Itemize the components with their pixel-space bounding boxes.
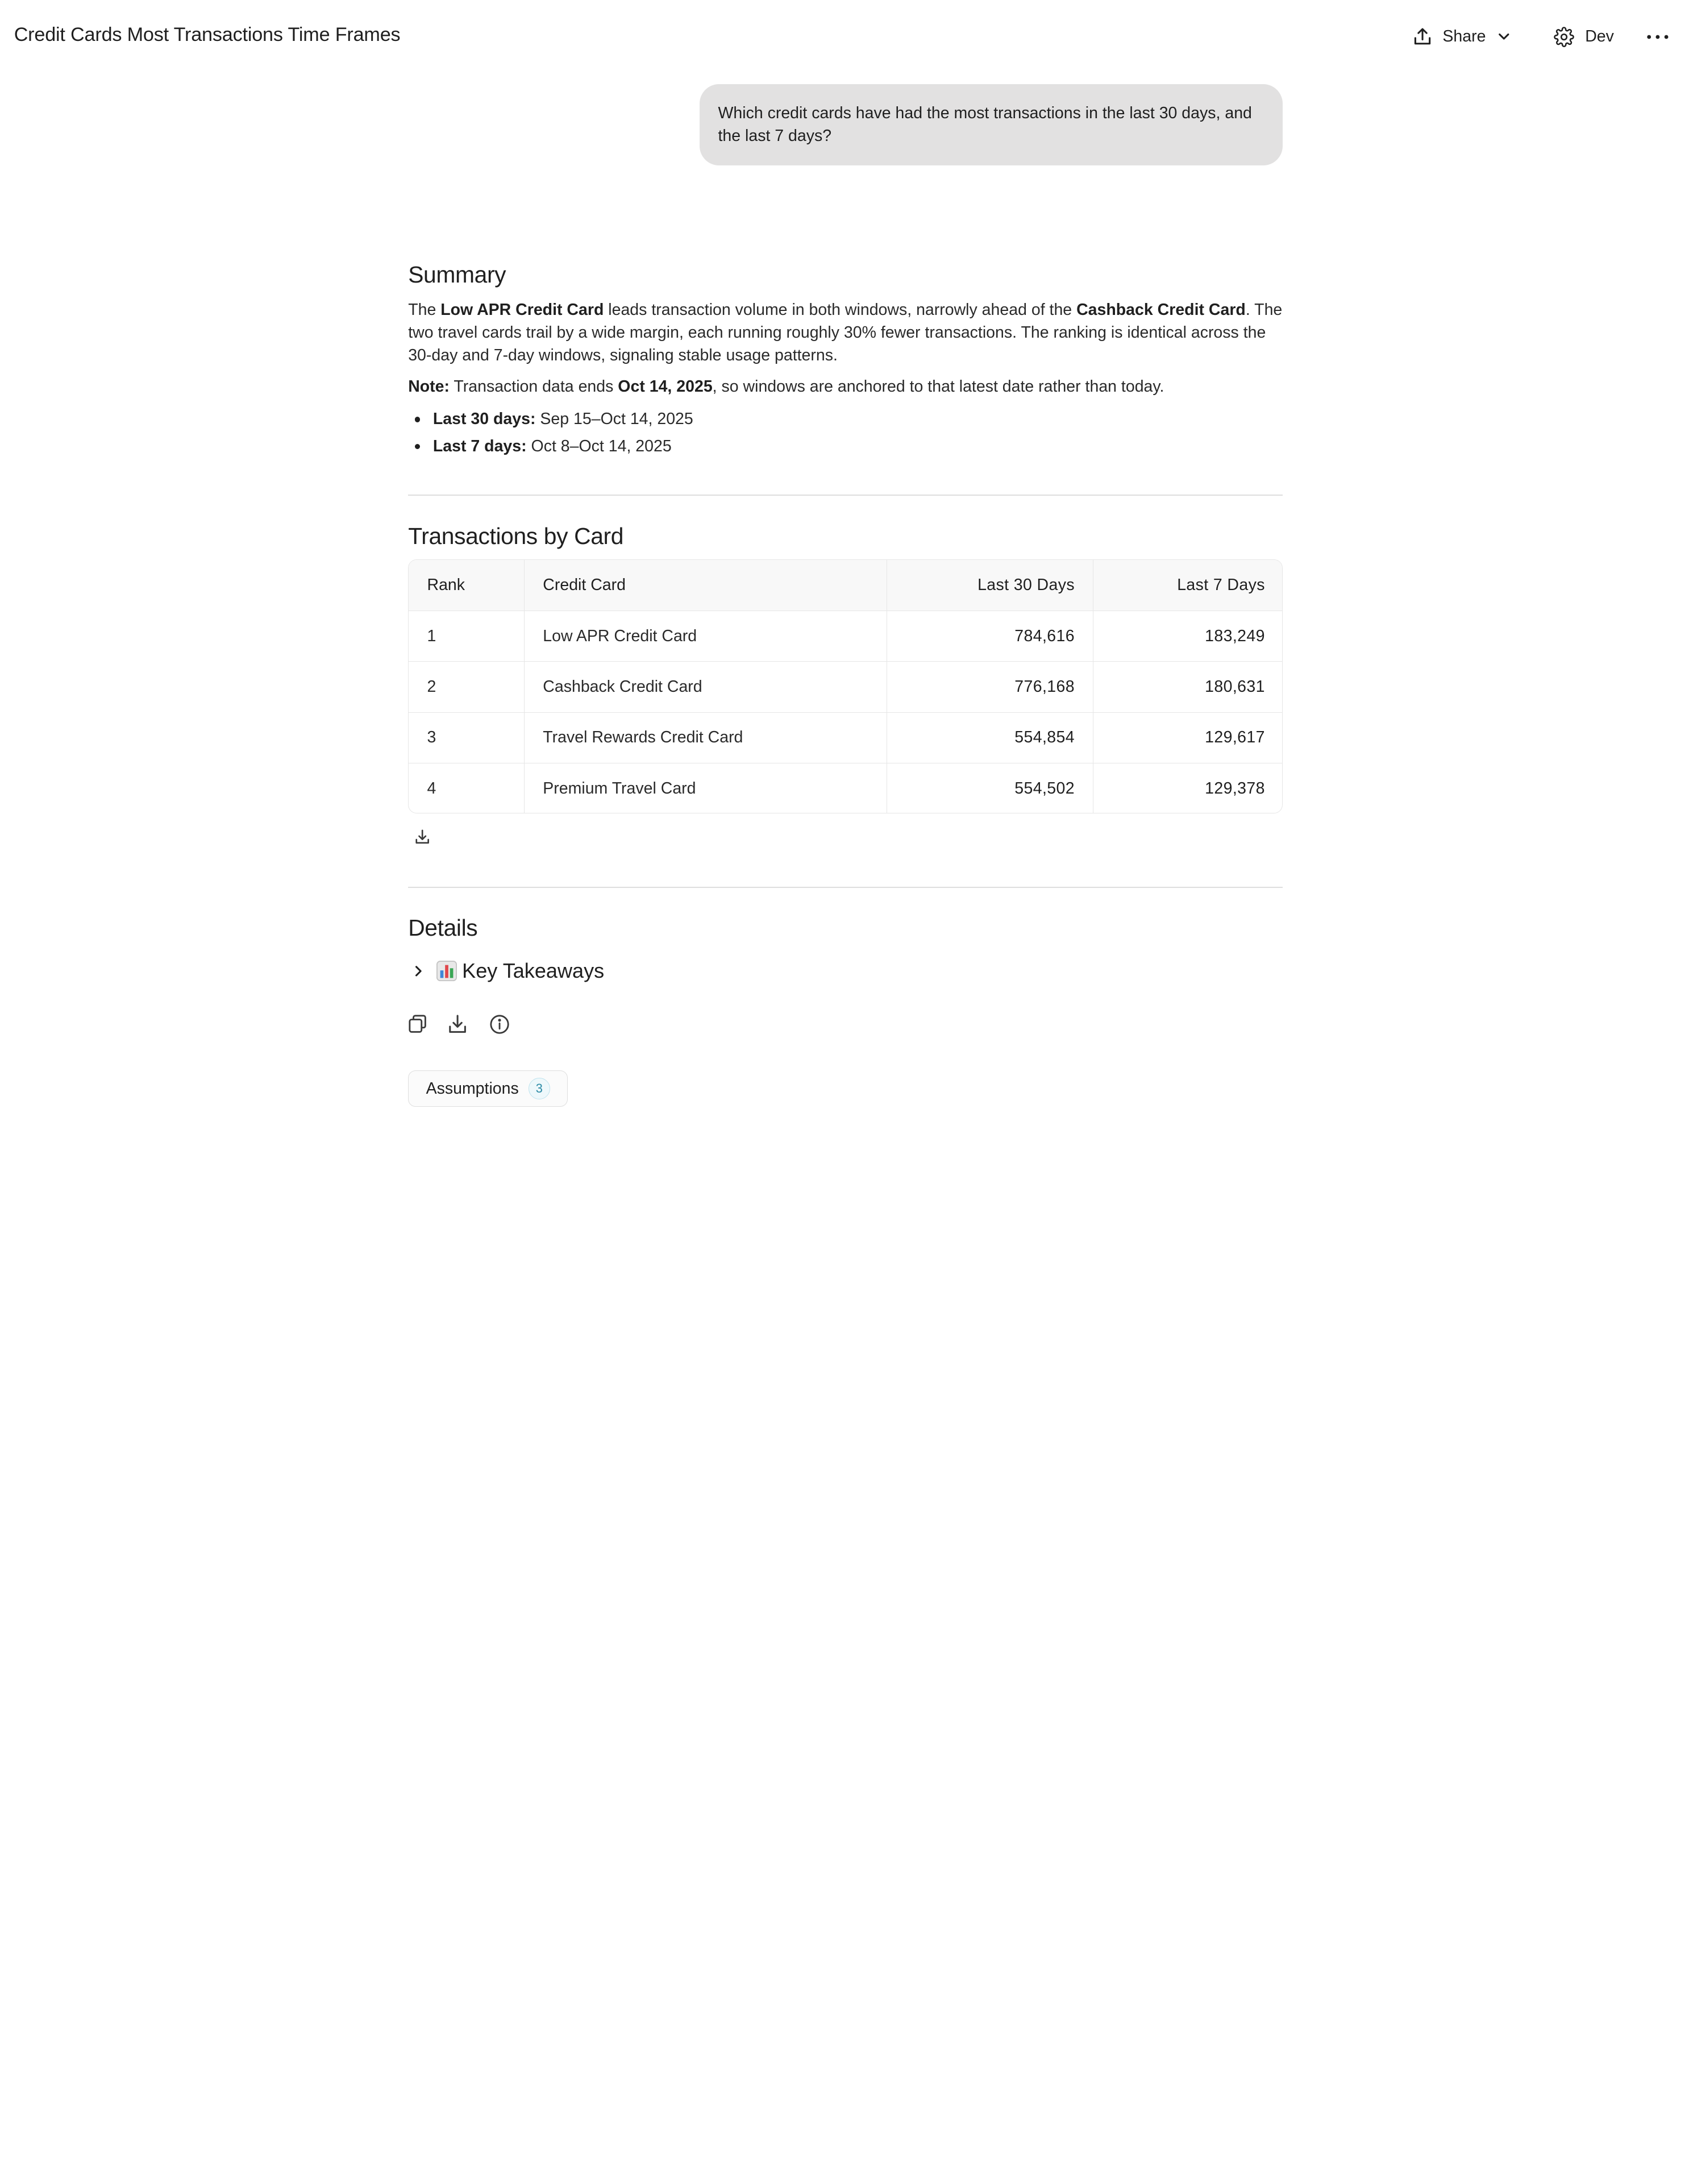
more-horizontal-icon xyxy=(1646,26,1670,48)
column-header-last-7-days[interactable]: Last 7 Days xyxy=(1093,560,1283,611)
last-30-days-cell: 554,854 xyxy=(887,712,1094,763)
last-7-days-cell: 183,249 xyxy=(1093,611,1283,662)
share-button[interactable]: Share xyxy=(1412,22,1512,52)
dev-label: Dev xyxy=(1585,27,1614,46)
card-cell: Travel Rewards Credit Card xyxy=(524,712,888,763)
section-divider xyxy=(408,495,1283,496)
copy-icon[interactable] xyxy=(408,1014,427,1038)
column-header-credit-card[interactable]: Credit Card xyxy=(524,560,888,611)
list-item: Last 30 days: Sep 15–Oct 14, 2025 xyxy=(408,408,693,435)
card-name-emphasis: Cashback Credit Card xyxy=(1076,301,1246,319)
assumptions-count-badge: 3 xyxy=(528,1078,550,1100)
key-takeaways-label: Key Takeaways xyxy=(462,959,605,983)
more-options-button[interactable] xyxy=(1646,26,1670,48)
table-row: 3 Travel Rewards Credit Card 554,854 129… xyxy=(409,712,1283,763)
gear-icon xyxy=(1554,26,1574,47)
rank-cell: 3 xyxy=(409,712,525,763)
last-30-days-cell: 554,502 xyxy=(887,763,1094,813)
transactions-table: Rank Credit Card Last 30 Days Last 7 Day… xyxy=(408,559,1283,813)
last-30-days-cell: 784,616 xyxy=(887,611,1094,662)
column-header-last-30-days[interactable]: Last 30 Days xyxy=(887,560,1094,611)
download-icon[interactable] xyxy=(414,828,431,850)
info-icon[interactable] xyxy=(489,1014,510,1039)
note-paragraph: Note: Transaction data ends Oct 14, 2025… xyxy=(408,377,1164,396)
top-bar: Credit Cards Most Transactions Time Fram… xyxy=(0,0,1689,73)
user-message: Which credit cards have had the most tra… xyxy=(700,84,1283,165)
column-header-rank[interactable]: Rank xyxy=(409,560,525,611)
last-7-days-cell: 129,617 xyxy=(1093,712,1283,763)
summary-heading: Summary xyxy=(408,261,506,288)
table-header-row: Rank Credit Card Last 30 Days Last 7 Day… xyxy=(409,560,1283,611)
rank-cell: 1 xyxy=(409,611,525,662)
last-30-days-cell: 776,168 xyxy=(887,661,1094,713)
last-7-days-cell: 180,631 xyxy=(1093,661,1283,713)
chevron-right-icon xyxy=(411,959,426,983)
note-date: Oct 14, 2025 xyxy=(618,377,713,396)
note-label: Note: xyxy=(408,377,450,396)
transactions-heading: Transactions by Card xyxy=(408,522,624,549)
dev-button[interactable]: Dev xyxy=(1554,22,1614,52)
time-window-list: Last 30 days: Sep 15–Oct 14, 2025 Last 7… xyxy=(408,408,693,462)
details-heading: Details xyxy=(408,915,478,941)
assumptions-label: Assumptions xyxy=(426,1079,519,1098)
table-row: 4 Premium Travel Card 554,502 129,378 xyxy=(409,763,1282,813)
upload-icon xyxy=(1412,27,1433,47)
chevron-down-icon[interactable] xyxy=(1496,29,1512,44)
card-cell: Cashback Credit Card xyxy=(524,661,888,713)
key-takeaways-toggle[interactable]: Key Takeaways xyxy=(408,959,604,983)
assumptions-button[interactable]: Assumptions 3 xyxy=(408,1070,568,1107)
list-item: Last 7 days: Oct 8–Oct 14, 2025 xyxy=(408,435,693,463)
table-row: 2 Cashback Credit Card 776,168 180,631 xyxy=(409,661,1283,713)
card-cell: Premium Travel Card xyxy=(524,763,888,813)
card-cell: Low APR Credit Card xyxy=(524,611,888,662)
bar-chart-icon xyxy=(436,961,457,982)
page-title: Credit Cards Most Transactions Time Fram… xyxy=(14,23,401,45)
section-divider xyxy=(408,886,1283,888)
rank-cell: 4 xyxy=(409,763,525,813)
download-icon[interactable] xyxy=(448,1014,467,1038)
rank-cell: 2 xyxy=(409,661,525,713)
table-row: 1 Low APR Credit Card 784,616 183,249 xyxy=(409,611,1283,662)
share-label: Share xyxy=(1442,27,1486,46)
last-7-days-cell: 129,378 xyxy=(1205,779,1265,798)
card-name-emphasis: Low APR Credit Card xyxy=(440,301,604,319)
summary-paragraph: The Low APR Credit Card leads transactio… xyxy=(408,301,1283,365)
